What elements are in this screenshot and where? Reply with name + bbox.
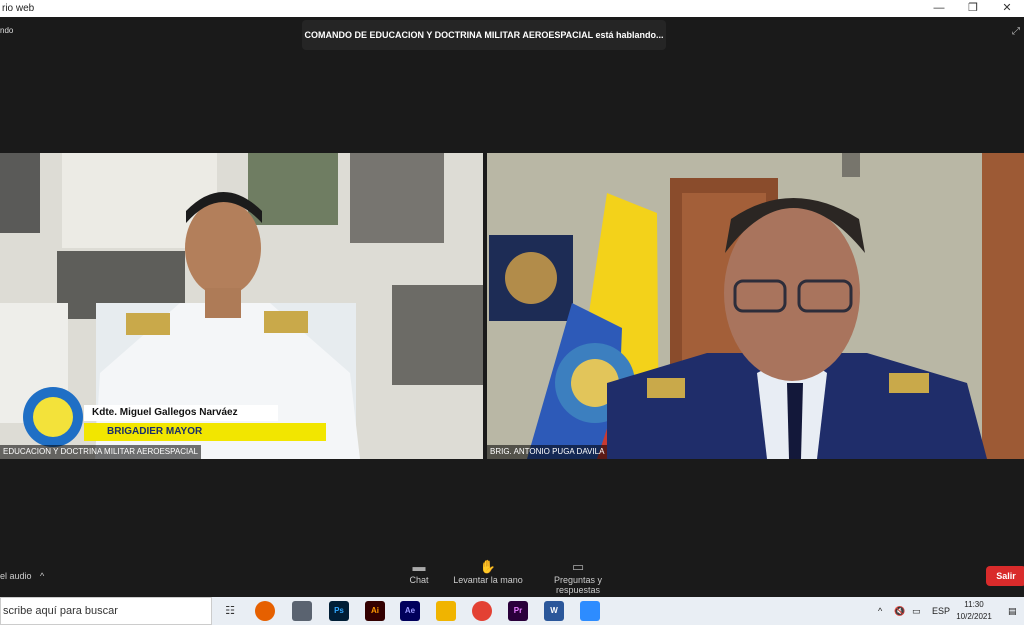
- after-effects-icon[interactable]: Ae: [400, 601, 420, 621]
- active-speaker-banner: COMANDO DE EDUCACION Y DOCTRINA MILITAR …: [302, 20, 666, 50]
- audio-caret-icon[interactable]: ^: [40, 571, 44, 581]
- chrome-icon[interactable]: [472, 601, 492, 621]
- task-view-icon[interactable]: ☷: [220, 601, 240, 621]
- clock-date: 10/2/2021: [956, 612, 992, 621]
- fullscreen-icon[interactable]: ⤢: [1012, 26, 1020, 37]
- notifications-icon[interactable]: ▤: [1008, 597, 1017, 625]
- premiere-icon[interactable]: Pr: [508, 601, 528, 621]
- word-icon[interactable]: W: [544, 601, 564, 621]
- close-button[interactable]: ✕: [990, 0, 1024, 17]
- restore-button[interactable]: ❐: [956, 0, 990, 17]
- leave-button[interactable]: Salir: [986, 566, 1024, 586]
- volume-muted-icon[interactable]: 🔇: [894, 597, 905, 625]
- taskbar-clock[interactable]: 11:30 10/2/2021: [955, 599, 993, 623]
- raise-hand-button[interactable]: ✋ Levantar la mano: [452, 559, 524, 585]
- photoshop-icon[interactable]: Ps: [329, 601, 349, 621]
- minimize-button[interactable]: —: [922, 0, 956, 17]
- video-frame-right: [487, 153, 1024, 459]
- raise-hand-label: Levantar la mano: [453, 575, 523, 585]
- network-app-icon[interactable]: [292, 601, 312, 621]
- video-tile-right[interactable]: BRIG. ANTONIO PUGA DAVILA: [487, 153, 1024, 459]
- tray-chevron-icon[interactable]: ^: [878, 597, 882, 625]
- participant-name-right: BRIG. ANTONIO PUGA DAVILA: [487, 445, 608, 459]
- chat-button[interactable]: ▬ Chat: [402, 559, 436, 585]
- windows-taskbar: scribe aquí para buscar ☷ Ps Ai Ae Pr W …: [0, 597, 1024, 625]
- raise-hand-icon: ✋: [479, 559, 497, 574]
- clock-time: 11:30: [964, 600, 984, 609]
- participant-name-left: EDUCACION Y DOCTRINA MILITAR AEROESPACIA…: [0, 445, 202, 459]
- window-title: rio web: [2, 3, 35, 14]
- battery-icon[interactable]: ▭: [912, 597, 921, 625]
- overlay-rank-label: BRIGADIER MAYOR: [107, 426, 203, 437]
- chat-label: Chat: [409, 575, 429, 585]
- chat-icon: ▬: [412, 559, 426, 574]
- meeting-toolbar: el audio ^ ▬ Chat ✋ Levantar la mano ▭ P…: [0, 553, 1024, 597]
- qa-icon: ▭: [571, 559, 585, 574]
- audio-button[interactable]: el audio ^: [0, 571, 44, 581]
- video-frame-left: [0, 153, 483, 459]
- qa-button[interactable]: ▭ Preguntas y respuestas: [532, 559, 624, 595]
- illustrator-icon[interactable]: Ai: [365, 601, 385, 621]
- meeting-stage: ndo COMANDO DE EDUCACION Y DOCTRINA MILI…: [0, 17, 1024, 597]
- qa-label: Preguntas y respuestas: [553, 575, 603, 595]
- file-explorer-icon[interactable]: [436, 601, 456, 621]
- meeting-status-label: ndo: [0, 26, 14, 35]
- window-titlebar: rio web — ❐ ✕: [0, 0, 1024, 17]
- overlay-participant-name: Kdte. Miguel Gallegos Narváez: [92, 407, 238, 418]
- video-tile-left[interactable]: Kdte. Miguel Gallegos Narváez BRIGADIER …: [0, 153, 483, 459]
- window-controls: — ❐ ✕: [922, 0, 1024, 17]
- taskbar-search-input[interactable]: scribe aquí para buscar: [0, 597, 212, 625]
- zoom-icon[interactable]: [580, 601, 600, 621]
- audio-label: el audio: [0, 571, 32, 581]
- input-language[interactable]: ESP: [932, 597, 950, 625]
- firefox-icon[interactable]: [255, 601, 275, 621]
